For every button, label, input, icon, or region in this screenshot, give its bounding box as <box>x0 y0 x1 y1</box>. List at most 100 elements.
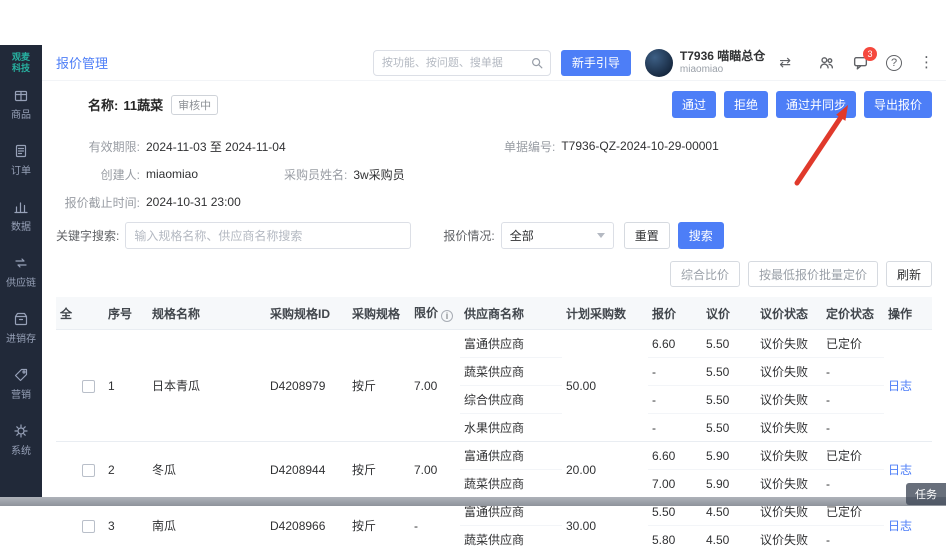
cell-index: 1 <box>104 330 148 442</box>
sidebar-item-orders[interactable]: 订单 <box>11 143 31 177</box>
compare-button[interactable]: 综合比价 <box>670 261 740 287</box>
header-spec-name: 规格名称 <box>148 297 266 330</box>
data-icon <box>13 199 29 215</box>
cell-plan-qty: 50.00 <box>562 330 648 442</box>
more-menu-icon[interactable]: ⋮ <box>919 55 934 70</box>
global-search-input[interactable] <box>373 50 551 76</box>
guide-button[interactable]: 新手引导 <box>561 50 631 76</box>
header-checkbox <box>78 297 104 330</box>
goods-icon <box>13 87 29 103</box>
quote-status-select[interactable]: 全部 <box>501 222 614 249</box>
doc-number: T7936-QZ-2024-10-29-00001 <box>561 139 718 153</box>
switch-account-icon[interactable]: ⇄ <box>779 54 791 71</box>
cell-supplier: 综合供应商 <box>460 386 562 414</box>
header-nego: 议价 <box>702 297 756 330</box>
supply-chain-icon <box>13 255 29 271</box>
bottom-scrollbar[interactable] <box>0 497 946 506</box>
log-link[interactable]: 日志 <box>888 463 912 477</box>
cell-fix-status: - <box>822 358 884 386</box>
table-header-row: 全 序号 规格名称 采购规格ID 采购规格 限价i 供应商名称 计划采购数 报价… <box>56 297 932 330</box>
field-label: 创建人: <box>56 166 140 183</box>
cell-fix-status: - <box>822 386 884 414</box>
sidebar-item-marketing[interactable]: 营销 <box>11 367 31 401</box>
user-account: miaomiao <box>680 64 765 77</box>
cell-nego-status: 议价失败 <box>756 358 822 386</box>
approve-button[interactable]: 通过 <box>672 91 716 118</box>
sidebar-item-label: 数据 <box>11 218 31 233</box>
cell-price: - <box>648 358 702 386</box>
sidebar-item-label: 进销存 <box>6 330 36 345</box>
sidebar-item-goods[interactable]: 商品 <box>11 87 31 121</box>
cell-supplier: 蔬菜供应商 <box>460 470 562 498</box>
export-quote-button[interactable]: 导出报价 <box>864 91 932 118</box>
table-row: 1 日本青瓜 D4208979 按斤 7.00 富通供应商 50.00 6.60… <box>56 330 932 358</box>
cell-nego-status: 议价失败 <box>756 470 822 498</box>
avatar <box>645 49 673 77</box>
table-row: 2 冬瓜 D4208944 按斤 7.00 富通供应商 20.00 6.60 5… <box>56 442 932 470</box>
sidebar-item-label: 营销 <box>11 386 31 401</box>
header-limit: 限价i <box>410 297 460 330</box>
cell-nego: 5.90 <box>702 470 756 498</box>
row-checkbox[interactable] <box>82 520 95 533</box>
header-unit: 采购规格 <box>348 297 410 330</box>
contacts-icon[interactable] <box>818 54 835 71</box>
sidebar-item-label: 供应链 <box>6 274 36 289</box>
sidebar-item-supply-chain[interactable]: 供应链 <box>6 255 36 289</box>
refresh-button[interactable]: 刷新 <box>886 261 932 287</box>
breadcrumb[interactable]: 报价管理 <box>56 53 108 72</box>
task-floating-tag[interactable]: 任务 <box>906 483 946 505</box>
keyword-label: 关键字搜索: <box>56 227 119 244</box>
cell-supplier: 富通供应商 <box>460 442 562 470</box>
cell-limit: 7.00 <box>410 330 460 442</box>
search-button[interactable]: 搜索 <box>678 222 724 249</box>
batch-lowest-price-button[interactable]: 按最低报价批量定价 <box>748 261 878 287</box>
cell-plan-qty: 20.00 <box>562 442 648 498</box>
user-menu[interactable]: T7936 喵瞄总仓 miaomiao <box>645 49 765 77</box>
cell-index: 2 <box>104 442 148 498</box>
topbar: 报价管理 新手引导 T7936 喵瞄总仓 miaomiao ⇄ 3 <box>42 45 946 81</box>
cell-fix-status: 已定价 <box>822 330 884 358</box>
log-link[interactable]: 日志 <box>888 379 912 393</box>
cell-fix-status: - <box>822 414 884 442</box>
header-price: 报价 <box>648 297 702 330</box>
row-checkbox[interactable] <box>82 464 95 477</box>
filter-bar: 关键字搜索: 报价情况: 全部 重置 搜索 <box>56 222 932 249</box>
brand-logo: 观麦科技 <box>10 52 32 75</box>
cell-nego-status: 议价失败 <box>756 442 822 470</box>
quote-header: 名称: 11蔬菜 审核中 通过 拒绝 通过并同步 导出报价 <box>56 91 932 118</box>
sidebar-item-label: 订单 <box>11 162 31 177</box>
cell-price: 7.00 <box>648 470 702 498</box>
header-index: 序号 <box>104 297 148 330</box>
cell-nego: 5.50 <box>702 414 756 442</box>
inventory-icon <box>13 311 29 327</box>
search-icon <box>530 56 544 70</box>
system-gear-icon <box>13 423 29 439</box>
reset-button[interactable]: 重置 <box>624 222 670 249</box>
help-icon[interactable]: ? <box>886 55 902 71</box>
reject-button[interactable]: 拒绝 <box>724 91 768 118</box>
buyer-name: 3w采购员 <box>353 166 404 183</box>
limit-info-icon[interactable]: i <box>441 310 453 322</box>
quote-name: 11蔬菜 <box>123 95 163 114</box>
row-checkbox[interactable] <box>82 380 95 393</box>
sidebar-item-label: 商品 <box>11 106 31 121</box>
header-plan-qty: 计划采购数 <box>562 297 648 330</box>
keyword-search-input[interactable] <box>125 222 411 249</box>
cell-nego: 5.50 <box>702 386 756 414</box>
field-label: 报价截止时间: <box>56 194 140 211</box>
quote-status-label: 报价情况: <box>443 227 494 244</box>
approve-sync-button[interactable]: 通过并同步 <box>776 91 856 118</box>
sidebar-item-data[interactable]: 数据 <box>11 199 31 233</box>
log-link[interactable]: 日志 <box>888 519 912 533</box>
cell-price: 6.60 <box>648 330 702 358</box>
sidebar-item-inventory[interactable]: 进销存 <box>6 311 36 345</box>
cell-nego-status: 议价失败 <box>756 526 822 546</box>
cell-unit: 按斤 <box>348 442 410 498</box>
content: 名称: 11蔬菜 审核中 通过 拒绝 通过并同步 导出报价 有效期限: 2024… <box>42 91 946 546</box>
user-name: T7936 喵瞄总仓 <box>680 49 765 64</box>
cell-price: 5.80 <box>648 526 702 546</box>
status-badge: 审核中 <box>171 95 218 115</box>
quote-info: 有效期限: 2024-11-03 至 2024-11-04 单据编号: T793… <box>56 132 932 216</box>
sidebar-item-system[interactable]: 系统 <box>11 423 31 457</box>
messages-icon[interactable]: 3 <box>852 54 869 71</box>
